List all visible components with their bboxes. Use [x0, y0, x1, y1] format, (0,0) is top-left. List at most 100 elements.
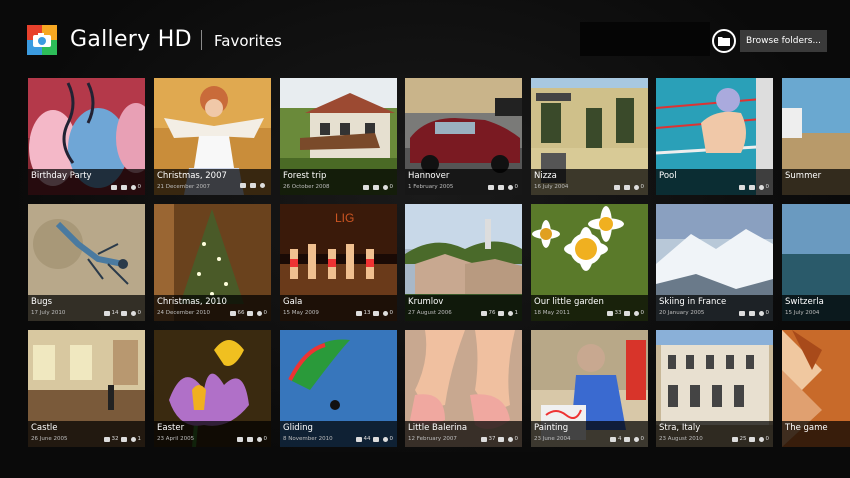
album-title: Switzerla: [785, 297, 824, 307]
like-icon: [507, 184, 513, 190]
photo-count-icon: [610, 436, 616, 442]
like-count: 0: [389, 436, 394, 442]
album-date: 8 November 2010: [283, 436, 333, 442]
app-title: Gallery HD: [70, 27, 192, 52]
album-title: Hannover: [408, 171, 450, 181]
album-stats: 14 0: [103, 309, 141, 317]
bottom-area: [0, 452, 850, 478]
album-title: Little Balerina: [408, 423, 468, 433]
album-title: Christmas, 2007: [157, 171, 227, 181]
album-title: Gala: [283, 297, 303, 307]
album-tile[interactable]: Christmas, 2010 24 December 2010 66 0: [154, 204, 271, 321]
album-tile[interactable]: Bugs 17 July 2010 14 0: [28, 204, 145, 321]
like-icon: [130, 184, 136, 190]
album-tile[interactable]: Pool 0: [656, 78, 773, 195]
album-date: 24 December 2010: [157, 310, 211, 316]
comment-icon: [372, 310, 379, 316]
album-tile[interactable]: Stra, Italy 23 August 2010 25 0: [656, 330, 773, 447]
album-stats: 0: [236, 435, 268, 443]
photo-count-icon: [110, 184, 117, 190]
album-tile[interactable]: Little Balerina 12 February 2007 37 0: [405, 330, 522, 447]
album-tile[interactable]: Easter 23 April 2005 0: [154, 330, 271, 447]
comment-icon: [246, 436, 253, 442]
album-tile[interactable]: The game: [782, 330, 850, 447]
like-icon: [507, 436, 513, 442]
like-icon: [130, 436, 136, 442]
album-title: Pool: [659, 171, 677, 181]
photo-count-icon: [103, 310, 110, 316]
album-caption: Painting 23 June 2004 4 0: [531, 421, 648, 447]
comment-icon: [497, 310, 504, 316]
album-tile[interactable]: Switzerla 15 July 2004: [782, 204, 850, 321]
album-tile[interactable]: Painting 23 June 2004 4 0: [531, 330, 648, 447]
header-blank-area: [580, 22, 710, 56]
album-caption: Gliding 8 November 2010 44 0: [280, 421, 397, 447]
album-tile[interactable]: Nizza 16 July 2004 0: [531, 78, 648, 195]
album-tile[interactable]: Birthday Party 0: [28, 78, 145, 195]
album-stats: 40: [610, 435, 644, 443]
album-stats: 0: [362, 183, 393, 191]
like-icon: [633, 310, 639, 316]
comment-icon: [623, 310, 630, 316]
photo-count: 37: [488, 436, 496, 442]
album-title: Bugs: [31, 297, 53, 307]
album-stats: 0: [487, 183, 518, 191]
album-title: Our little garden: [534, 297, 604, 307]
album-stats: 0: [110, 183, 142, 191]
comment-icon: [497, 436, 504, 442]
album-tile[interactable]: Forest trip 26 October 2008 0: [280, 78, 397, 195]
comment-icon: [372, 184, 379, 190]
album-title: Birthday Party: [31, 171, 92, 181]
photo-count: 4: [618, 436, 622, 442]
album-date: 23 April 2005: [157, 436, 195, 442]
comment-icon: [623, 436, 630, 442]
album-tile[interactable]: LIG Gala 15 May 2009 13 0: [280, 204, 397, 321]
album-caption: Stra, Italy 23 August 2010 25 0: [656, 421, 773, 447]
album-caption: Little Balerina 12 February 2007 37 0: [405, 421, 522, 447]
like-count: 0: [640, 436, 645, 442]
album-caption: Nizza 16 July 2004 0: [531, 169, 648, 195]
like-count: 1: [137, 436, 142, 442]
photo-count-icon: [480, 310, 487, 316]
album-tile[interactable]: Gliding 8 November 2010 44 0: [280, 330, 397, 447]
album-tile[interactable]: Hannover 1 February 2005 0: [405, 78, 522, 195]
browse-folders-button[interactable]: Browse folders...: [712, 28, 828, 54]
album-tile[interactable]: Skiing in France 20 January 2005 0: [656, 204, 773, 321]
like-count: 0: [263, 436, 268, 442]
like-count: 0: [137, 184, 142, 190]
photo-count: 33: [614, 310, 622, 316]
album-caption: Our little garden 18 May 2011 33 0: [531, 295, 648, 321]
album-caption: Switzerla 15 July 2004: [782, 295, 850, 321]
album-stats: 76 1: [480, 309, 519, 317]
browse-folders-label: Browse folders...: [740, 30, 828, 52]
album-tile[interactable]: Krumlov 27 August 2006 76 1: [405, 204, 522, 321]
comment-icon: [748, 184, 755, 190]
like-icon: [256, 436, 262, 442]
like-count: 0: [514, 436, 519, 442]
album-title: Stra, Italy: [659, 423, 701, 433]
like-icon: [382, 310, 388, 316]
photo-count: 13: [363, 310, 371, 316]
album-date: 12 February 2007: [408, 436, 457, 442]
album-tile[interactable]: Summer: [782, 78, 850, 195]
gallery-logo-icon: [27, 25, 57, 55]
album-tile[interactable]: Our little garden 18 May 2011 33 0: [531, 204, 648, 321]
comment-icon: [748, 310, 755, 316]
album-caption: Castle 26 June 2005 32 1: [28, 421, 145, 447]
like-icon: [758, 436, 764, 442]
album-caption: Easter 23 April 2005 0: [154, 421, 271, 447]
album-date: 15 July 2004: [785, 310, 820, 316]
like-icon: [507, 310, 513, 316]
album-tile[interactable]: Christmas, 2007 21 December 2007: [154, 78, 271, 195]
comment-icon: [497, 184, 504, 190]
like-count: 0: [389, 310, 394, 316]
comment-icon: [250, 183, 256, 188]
album-caption: Christmas, 2007 21 December 2007: [154, 169, 271, 195]
like-count: 0: [263, 310, 268, 316]
photo-count-icon: [487, 184, 494, 190]
album-date: 15 May 2009: [283, 310, 319, 316]
app-header: Gallery HD Favorites Browse folders...: [0, 0, 850, 78]
svg-text:LIG: LIG: [335, 211, 354, 225]
album-tile[interactable]: Castle 26 June 2005 32 1: [28, 330, 145, 447]
like-count: 1: [514, 310, 519, 316]
